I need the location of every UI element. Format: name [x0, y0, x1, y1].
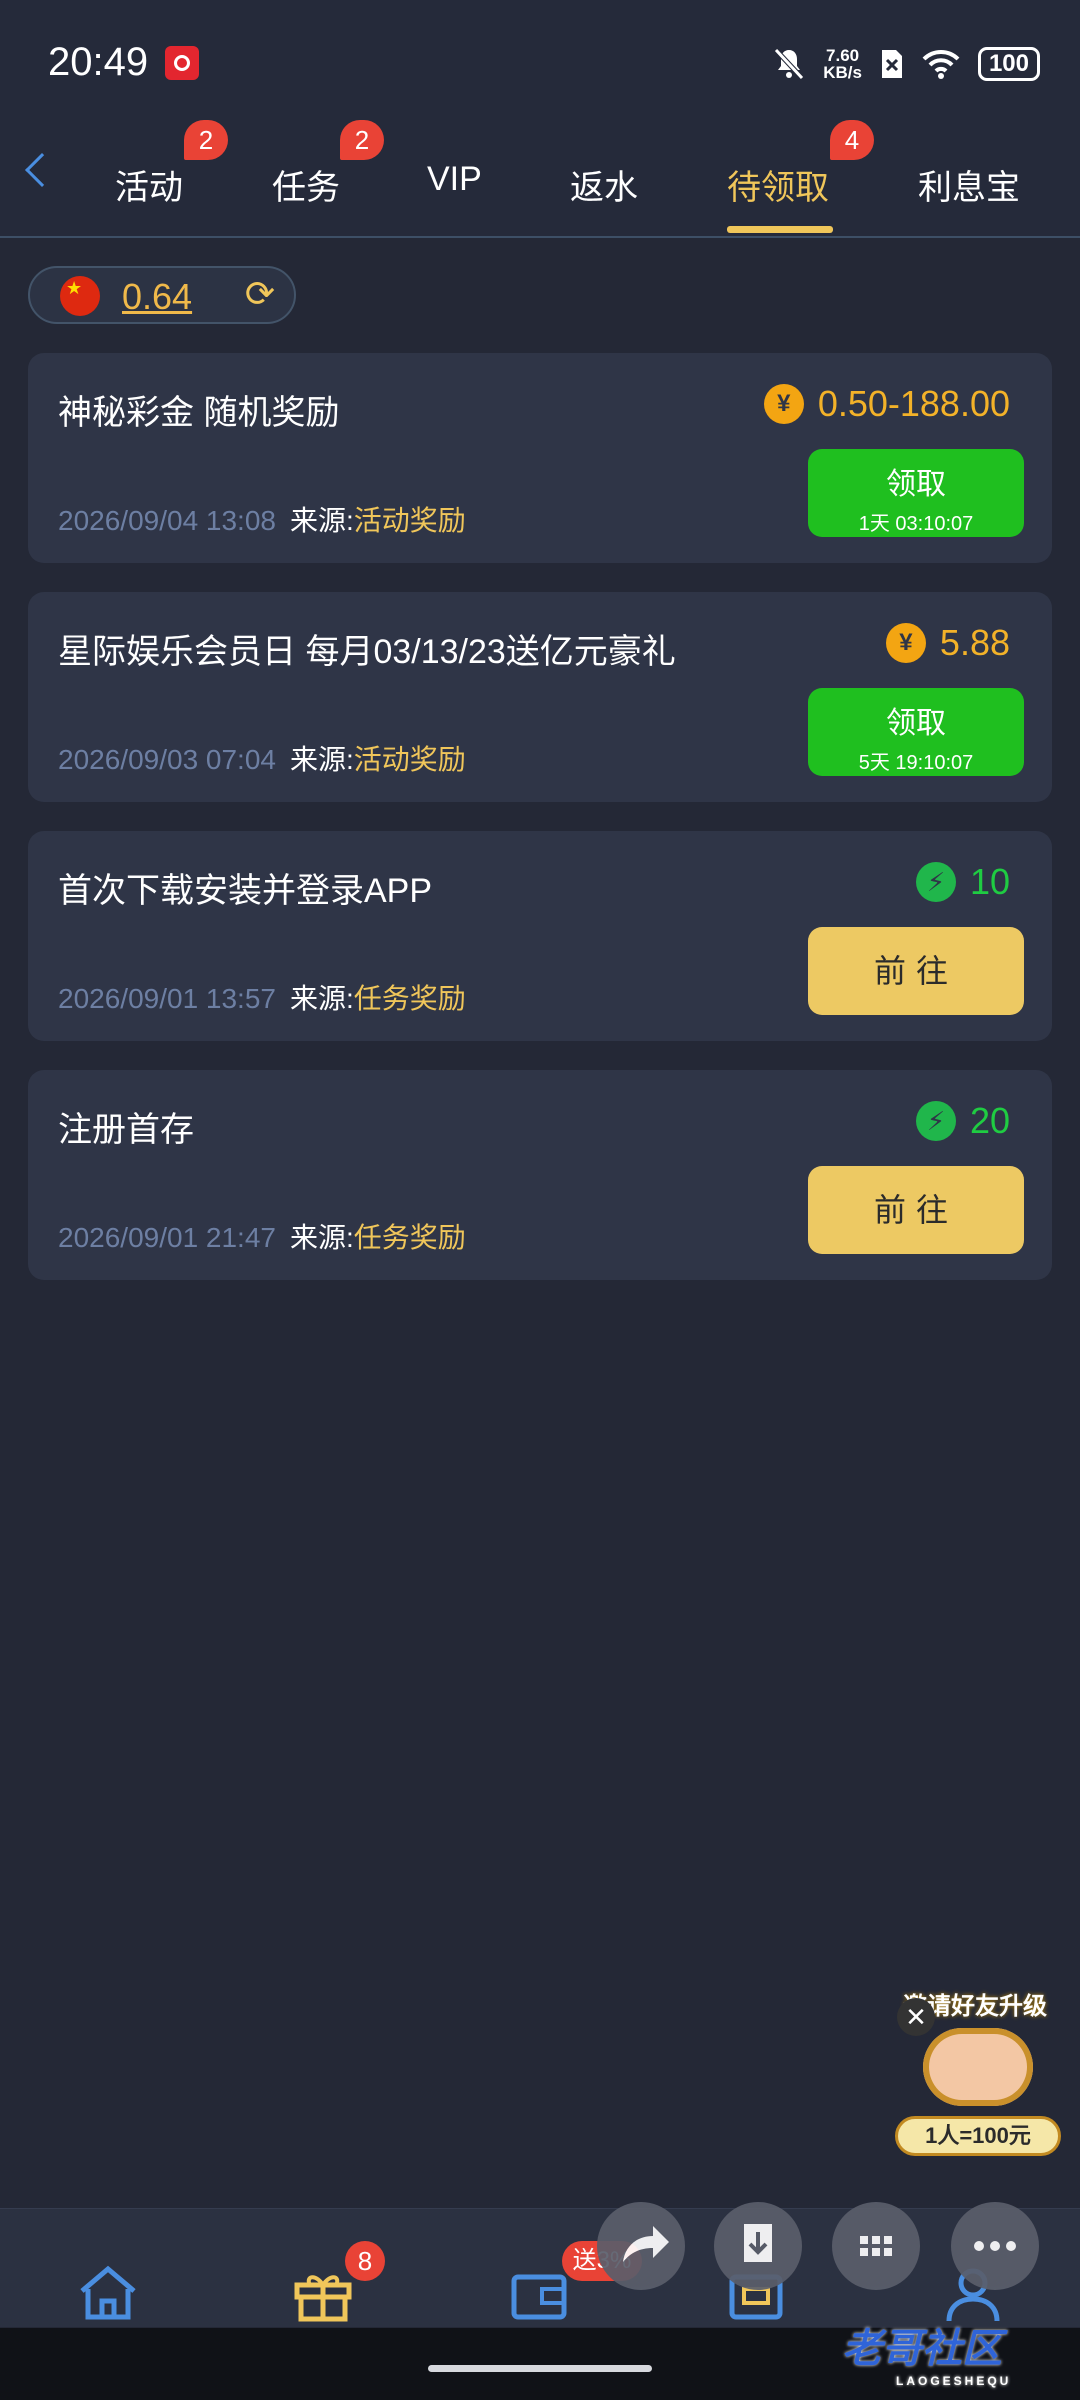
reward-source: 任务奖励: [353, 983, 466, 1014]
reward-date: 2026/09/01 13:57: [58, 983, 276, 1014]
apps-button[interactable]: [832, 2202, 920, 2290]
reward-amount-value: 5.88: [939, 622, 1010, 663]
reward-title: 首次下载安装并登录APP: [58, 872, 433, 910]
tab-activity-badge: 2: [184, 120, 228, 160]
reward-source: 活动奖励: [353, 505, 466, 536]
reward-amount-value: 0.50-188.00: [817, 383, 1010, 424]
balance-pill: 0.64 ⟳: [28, 266, 296, 324]
bell-muted-icon: [774, 48, 805, 80]
bolt-icon: ⚡: [915, 862, 956, 902]
tab-pending-badge: 4: [830, 120, 874, 160]
home-icon: [80, 2265, 136, 2320]
tab-activity[interactable]: 活动: [115, 160, 183, 209]
reward-title: 注册首存: [58, 1111, 194, 1149]
balance-value[interactable]: 0.64: [122, 276, 192, 318]
active-tab-indicator: [727, 226, 833, 233]
reward-amount: ⚡ 10: [915, 861, 1010, 903]
home-indicator[interactable]: [428, 2365, 652, 2372]
reward-title: 神秘彩金 随机奖励: [58, 394, 340, 432]
tab-vip[interactable]: VIP: [427, 160, 482, 199]
share-button[interactable]: [597, 2202, 685, 2290]
nav-home[interactable]: 首页: [38, 2209, 178, 2361]
tab-tasks[interactable]: 任务: [272, 160, 340, 209]
reward-meta: 2026/09/03 07:04 来源:活动奖励: [58, 738, 466, 778]
reward-meta: 2026/09/04 13:08 来源:活动奖励: [58, 499, 466, 539]
tab-interest[interactable]: 利息宝: [918, 160, 1020, 209]
reward-date: 2026/09/01 21:47: [58, 1222, 276, 1253]
app-notification-icon: [165, 46, 199, 80]
go-button[interactable]: 前往: [808, 927, 1024, 1015]
wallet-icon: [511, 2274, 567, 2320]
source-label: 来源:: [289, 983, 354, 1014]
source-label: 来源:: [289, 505, 354, 536]
invite-promo-widget[interactable]: 邀请好友升级 ✕ 1人=100元: [893, 1984, 1063, 2160]
watermark-text: 老哥社区: [842, 2327, 1002, 2371]
tab-bar: 活动 2 任务 2 VIP 返水 待领取 4 利息宝: [0, 110, 1080, 238]
download-button[interactable]: [714, 2202, 802, 2290]
status-bar: 20:49 7.60 KB/s 100: [0, 0, 1080, 110]
coin-icon: ¥: [763, 384, 804, 424]
china-flag-icon: [60, 276, 100, 316]
refresh-icon[interactable]: ⟳: [240, 274, 280, 314]
claim-button-label: 领取: [886, 468, 946, 501]
reward-meta: 2026/09/01 21:47 来源:任务奖励: [58, 1216, 466, 1256]
wifi-icon: [922, 49, 960, 79]
nav-offers[interactable]: 优惠 8: [253, 2209, 393, 2361]
tab-pending[interactable]: 待领取: [727, 160, 829, 209]
claim-button[interactable]: 领取 1天 03:10:07: [808, 449, 1024, 537]
clock: 20:49: [48, 40, 149, 84]
gift-icon: [294, 2275, 352, 2322]
go-button[interactable]: 前往: [808, 1166, 1024, 1254]
reward-title: 星际娱乐会员日 每月03/13/23送亿元豪礼: [58, 633, 676, 671]
reward-amount-value: 20: [969, 1100, 1010, 1141]
promo-reward-pill: 1人=100元: [895, 2116, 1061, 2156]
reward-amount: ¥ 5.88: [885, 622, 1010, 664]
claim-countdown: 1天 03:10:07: [858, 513, 974, 535]
more-dots-icon: [974, 2241, 1016, 2251]
reward-amount: ⚡ 20: [915, 1100, 1010, 1142]
reward-card: 星际娱乐会员日 每月03/13/23送亿元豪礼 ¥ 5.88 2026/09/0…: [28, 592, 1052, 802]
nav-offers-badge: 8: [345, 2241, 385, 2281]
grid-icon: [860, 2236, 892, 2256]
tab-tasks-badge: 2: [340, 120, 384, 160]
coin-icon: ¥: [885, 623, 926, 663]
share-icon: [623, 2226, 669, 2262]
reward-source: 任务奖励: [353, 1222, 466, 1253]
sim-x-icon: [881, 50, 902, 78]
claim-button[interactable]: 领取 5天 19:10:07: [808, 688, 1024, 776]
close-icon[interactable]: ✕: [897, 1998, 935, 2036]
reward-card: 首次下载安装并登录APP ⚡ 10 2026/09/01 13:57 来源:任务奖…: [28, 831, 1052, 1041]
nav-deposit[interactable]: 存款 送3%: [470, 2209, 642, 2361]
source-label: 来源:: [289, 1222, 354, 1253]
watermark-subtext: LAOGESHEQU: [896, 2374, 1012, 2388]
source-label: 来源:: [289, 744, 354, 775]
status-icons: 7.60 KB/s 100: [773, 42, 1040, 86]
more-button[interactable]: [951, 2202, 1039, 2290]
claim-countdown: 5天 19:10:07: [858, 752, 974, 774]
network-speed: 7.60 KB/s: [823, 46, 862, 82]
claim-button-label: 领取: [886, 707, 946, 740]
reward-card: 注册首存 ⚡ 20 2026/09/01 21:47 来源:任务奖励 前往: [28, 1070, 1052, 1280]
reward-amount: ¥ 0.50-188.00: [763, 383, 1010, 425]
reward-meta: 2026/09/01 13:57 来源:任务奖励: [58, 977, 466, 1017]
bolt-icon: ⚡: [915, 1101, 956, 1141]
tab-rebate[interactable]: 返水: [570, 160, 638, 209]
handshake-icon: [923, 2028, 1033, 2106]
reward-date: 2026/09/04 13:08: [58, 505, 276, 536]
reward-card: 神秘彩金 随机奖励 ¥ 0.50-188.00 2026/09/04 13:08…: [28, 353, 1052, 563]
reward-amount-value: 10: [969, 861, 1010, 902]
reward-source: 活动奖励: [353, 744, 466, 775]
reward-date: 2026/09/03 07:04: [58, 744, 276, 775]
download-icon: [744, 2224, 772, 2262]
watermark-logo: 老哥社区 LAOGESHEQU: [842, 2316, 1011, 2388]
back-chevron-icon[interactable]: [25, 153, 59, 187]
battery-indicator: 100: [977, 47, 1040, 81]
